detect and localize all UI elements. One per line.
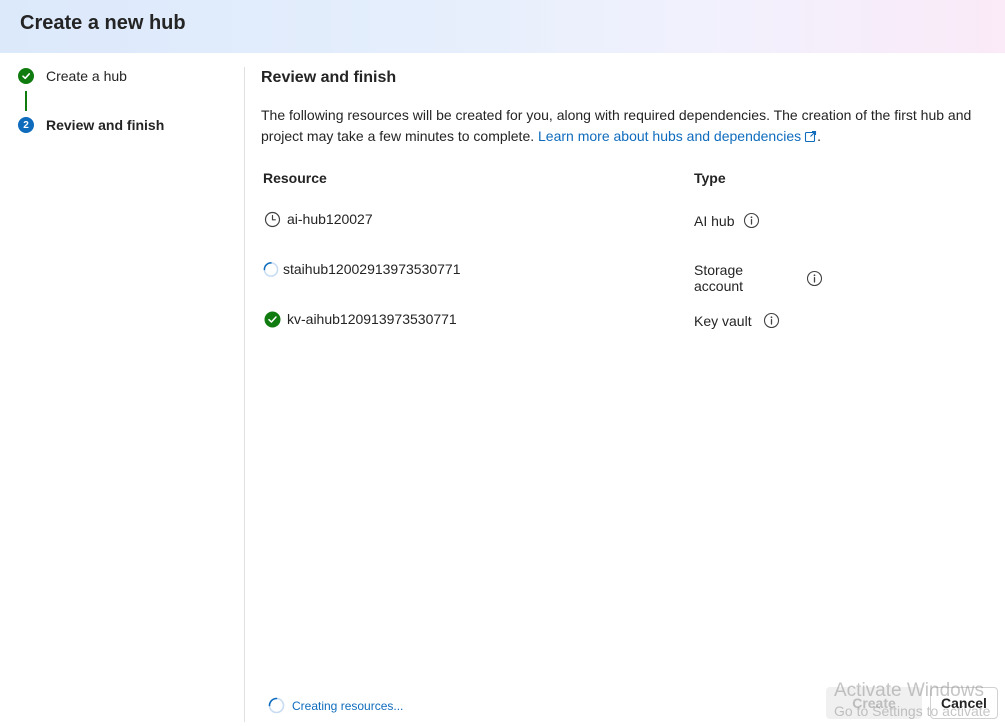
status-text: Creating resources...: [292, 698, 404, 713]
description-end: .: [817, 128, 821, 144]
step-connector: [25, 91, 27, 111]
creation-status: Creating resources...: [268, 697, 403, 714]
resource-cell: ai-hub120027: [263, 210, 373, 228]
resource-name: ai-hub120027: [287, 211, 373, 227]
cancel-button[interactable]: Cancel: [930, 687, 998, 719]
dialog-header: Create a new hub: [0, 0, 1005, 53]
external-link-icon: [804, 128, 817, 149]
resource-type: Key vault: [694, 312, 752, 329]
checkmark-circle-icon: [263, 310, 281, 328]
learn-more-link-text: Learn more about hubs and dependencies: [538, 128, 802, 144]
column-header-type: Type: [694, 170, 726, 186]
table-row: staihub12002913973530771 Storage account: [263, 260, 823, 294]
step-label: Create a hub: [46, 68, 127, 84]
column-header-resource: Resource: [263, 170, 327, 186]
stepper-divider: [244, 67, 245, 722]
step-label: Review and finish: [46, 117, 165, 133]
table-row: kv-aihub120913973530771 Key vault: [263, 310, 823, 332]
type-cell: Storage account: [694, 262, 823, 294]
wizard-stepper: [0, 53, 244, 726]
step-create-hub[interactable]: Create a hub: [18, 68, 127, 84]
dialog-title: Create a new hub: [20, 12, 186, 34]
resource-name: kv-aihub120913973530771: [287, 311, 457, 327]
info-icon[interactable]: [743, 212, 760, 229]
type-cell: AI hub: [694, 212, 760, 229]
resource-type: AI hub: [694, 212, 735, 229]
resource-cell: kv-aihub120913973530771: [263, 310, 457, 328]
clock-icon: [263, 210, 281, 228]
section-title: Review and finish: [261, 69, 397, 86]
checkmark-icon: [18, 68, 34, 84]
type-cell: Key vault: [694, 312, 780, 329]
resource-type: Storage account: [694, 262, 744, 294]
step-number-badge: 2: [18, 117, 34, 133]
table-row: ai-hub120027 AI hub: [263, 210, 823, 232]
description: The following resources will be created …: [261, 105, 991, 149]
resource-cell: staihub12002913973530771: [263, 260, 461, 278]
info-icon[interactable]: [763, 312, 780, 329]
create-button[interactable]: Create: [826, 687, 922, 719]
learn-more-link[interactable]: Learn more about hubs and dependencies: [538, 128, 817, 144]
spinner-icon: [268, 697, 285, 714]
step-review-and-finish[interactable]: 2 Review and finish: [18, 117, 164, 133]
spinner-icon: [263, 260, 279, 278]
resource-name: staihub12002913973530771: [283, 261, 461, 277]
info-icon[interactable]: [806, 270, 823, 287]
